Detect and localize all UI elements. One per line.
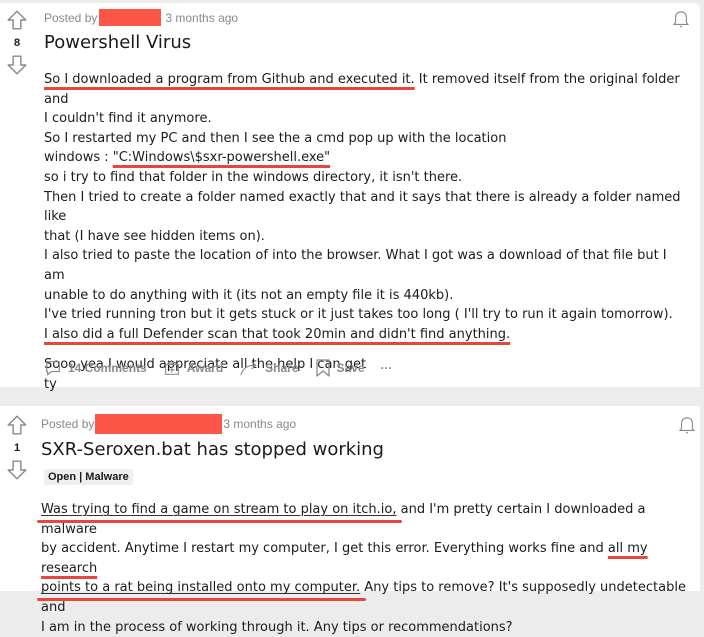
body-line: that (I have see hidden items on). xyxy=(44,228,265,244)
upvote-icon[interactable] xyxy=(6,414,28,436)
award-icon xyxy=(164,361,179,375)
award-label: Award xyxy=(186,361,224,375)
upvote-icon[interactable] xyxy=(6,9,28,31)
share-button[interactable]: Share xyxy=(239,359,299,377)
posted-by-label: Posted by xyxy=(44,10,98,25)
post-body: So I downloaded a program from Github an… xyxy=(44,70,686,395)
body-line: I am in the process of working through i… xyxy=(41,619,513,635)
post-title[interactable]: Powershell Virus xyxy=(44,32,191,53)
downvote-icon[interactable] xyxy=(6,459,28,481)
downvote-icon[interactable] xyxy=(6,54,28,76)
vote-column: 8 xyxy=(0,9,34,76)
comments-label: 14 Comments xyxy=(68,361,147,375)
post-meta: Posted by 3 months ago xyxy=(44,9,238,26)
post-time: 3 months ago xyxy=(165,10,239,25)
body-line: I've tried running tron but it gets stuc… xyxy=(44,307,673,323)
body-line: Then I tried to create a folder named ex… xyxy=(44,189,681,225)
share-label: Share xyxy=(265,361,299,375)
post-time: 3 months ago xyxy=(223,417,297,431)
vote-count: 1 xyxy=(13,442,21,454)
share-icon xyxy=(240,361,257,376)
redacted-username xyxy=(95,414,223,434)
highlighted-text: points to a rat being installed onto my … xyxy=(41,580,361,596)
posted-by-label: Posted by xyxy=(41,417,95,431)
highlighted-text: I also did a full Defender scan that too… xyxy=(44,326,511,342)
highlighted-text: So I downloaded a program from Github an… xyxy=(44,72,415,87)
comment-icon xyxy=(46,361,60,376)
body-line: I also tried to paste the location of in… xyxy=(44,248,667,283)
body-text: by accident. Anytime I restart my comput… xyxy=(41,541,608,557)
body-text: windows : xyxy=(44,150,113,166)
body-line: unable to do anything with it (its not a… xyxy=(44,287,454,303)
more-options-button[interactable]: ··· xyxy=(381,361,393,375)
more-icon: ··· xyxy=(380,361,393,375)
comments-button[interactable]: 14 Comments xyxy=(44,359,147,377)
vote-column: 1 xyxy=(0,414,34,481)
bookmark-icon xyxy=(315,359,330,377)
save-label: Save xyxy=(336,361,365,375)
post-flair[interactable]: Open | Malware xyxy=(44,469,133,485)
post-title[interactable]: SXR-Seroxen.bat has stopped working xyxy=(41,439,384,460)
post-card[interactable]: 8 Posted by 3 months ago Powershell Viru… xyxy=(0,3,700,392)
body-line: So I restarted my PC and then I see the … xyxy=(44,130,507,146)
post-meta: Posted by 3 months ago xyxy=(41,414,296,434)
redacted-username xyxy=(99,9,162,26)
body-line: I couldn't find it anymore. xyxy=(44,111,212,127)
highlighted-text: "C:Windows\$sxr-powershell.exe" xyxy=(112,150,331,166)
post-card[interactable]: 1 Posted by 3 months ago SXR-Seroxen.bat… xyxy=(0,406,700,635)
vote-count: 8 xyxy=(13,37,21,49)
post-body: Was trying to find a game on stream to p… xyxy=(41,500,686,637)
body-line: so i try to find that folder in the wind… xyxy=(44,169,463,185)
post-actions: 14 Comments Award Share Save ··· xyxy=(44,358,409,378)
save-button[interactable]: Save xyxy=(315,358,365,378)
award-button[interactable]: Award xyxy=(163,359,223,377)
bell-icon[interactable] xyxy=(678,415,696,435)
highlighted-text: Was trying to find a game on stream to p… xyxy=(41,502,397,517)
bell-icon[interactable] xyxy=(672,9,690,29)
